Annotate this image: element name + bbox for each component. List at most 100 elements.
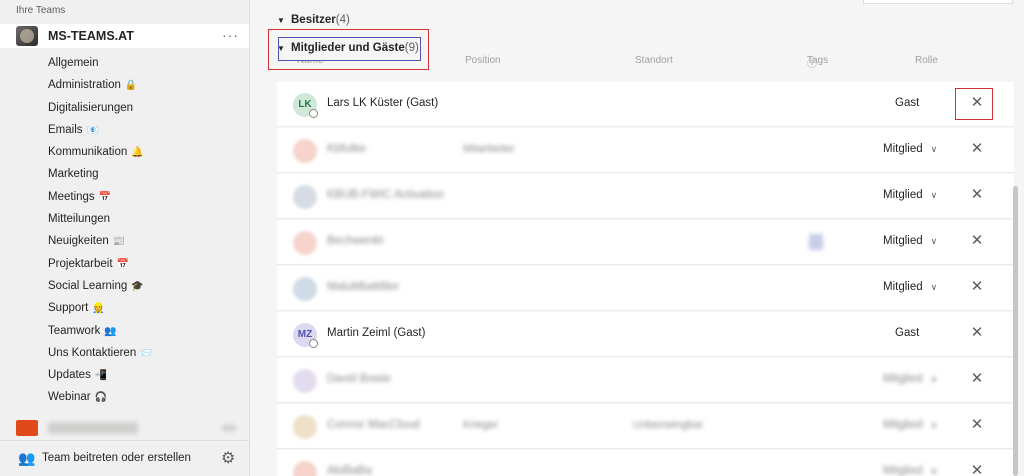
member-role: Gast	[895, 97, 920, 109]
search-box-edge	[863, 0, 1013, 4]
channel-emoji-icon: 🎧	[94, 392, 108, 404]
role-dropdown[interactable]: Mitglied ∨	[883, 465, 937, 476]
channel-item[interactable]: Webinar 🎧	[48, 386, 153, 408]
remove-member-icon[interactable]: ✕	[967, 185, 987, 203]
highlight-box-inner	[278, 37, 421, 61]
team-item-blurred[interactable]	[0, 418, 249, 440]
scrollbar[interactable]	[1013, 186, 1018, 476]
remove-member-icon[interactable]: ✕	[967, 415, 987, 433]
avatar	[293, 185, 317, 209]
remove-member-icon[interactable]: ✕	[967, 369, 987, 387]
channel-item[interactable]: Marketing	[48, 163, 153, 185]
member-role: Gast	[895, 327, 920, 339]
role-label: Mitglied	[883, 419, 923, 431]
member-row[interactable]: David Bowie Mitglied ∨ ✕	[277, 358, 1014, 403]
member-name: Kbfutke	[327, 143, 366, 155]
channel-emoji-icon: 🎓	[131, 280, 144, 292]
channel-label: Teamwork	[48, 324, 101, 337]
channel-label: Kommunikation	[48, 146, 128, 159]
channel-item[interactable]: Kommunikation 🔔	[48, 141, 153, 163]
member-row[interactable]: AbiBaBa Mitglied ∨ ✕	[277, 450, 1014, 476]
member-row[interactable]: Connor MacCloud Krieger Unbezwingbar Mitgli…	[277, 404, 1014, 449]
role-dropdown[interactable]: Mitglied ∨	[883, 189, 937, 201]
channel-item[interactable]: Mitteilungen	[48, 208, 153, 230]
chevron-down-icon: ∨	[930, 236, 938, 246]
member-row[interactable]: Bechwenkt Mitglied ∨ ✕	[277, 220, 1014, 265]
info-icon: ⓘ	[807, 59, 817, 70]
role-dropdown[interactable]: Mitglied ∨	[883, 373, 937, 385]
team-name: MS-TEAMS.AT	[48, 29, 134, 43]
channel-item[interactable]: Neuigkeiten 📰	[48, 230, 153, 252]
channel-label: Webinar	[48, 391, 91, 404]
member-row[interactable]: KBUB-FWIC Activation Mitglied ∨ ✕	[277, 174, 1014, 219]
role-label: Mitglied	[883, 281, 923, 293]
col-position[interactable]: Position	[465, 55, 501, 66]
channel-emoji-icon: 📲	[94, 370, 108, 382]
channel-item[interactable]: Allgemein	[48, 52, 153, 74]
team-extra-blurred	[222, 425, 236, 431]
role-dropdown[interactable]: Mitglied ∨	[883, 143, 937, 155]
role-label: Mitglied	[883, 143, 923, 155]
channel-item[interactable]: Teamwork 👥	[48, 320, 153, 342]
remove-member-icon[interactable]: ✕	[967, 139, 987, 157]
channel-emoji-icon: 📧	[86, 124, 99, 136]
remove-member-icon[interactable]: ✕	[967, 231, 987, 249]
member-row[interactable]: MaluMbaMiler Mitglied ∨ ✕	[277, 266, 1014, 311]
role-dropdown[interactable]: Mitglied ∨	[883, 281, 937, 293]
member-location: Unbezwingbar	[633, 419, 704, 431]
channel-label: Emails	[48, 123, 83, 136]
members-panel: ▼ Besitzer(4) Name Position Standort Tags…	[251, 0, 1024, 476]
channel-label: Allgemein	[48, 57, 99, 69]
member-position: Mitarbeiter	[463, 143, 515, 155]
channel-item[interactable]: Digitalisierungen	[48, 97, 153, 119]
channel-item[interactable]: Updates 📲	[48, 364, 153, 386]
gear-icon[interactable]: ⚙	[221, 448, 235, 468]
team-name-blurred	[48, 422, 138, 434]
presence-icon	[309, 109, 318, 118]
role-label: Mitglied	[883, 189, 923, 201]
your-teams-header: Ihre Teams	[16, 5, 66, 16]
join-or-create-team-link[interactable]: Team beitreten oder erstellen	[42, 452, 191, 464]
team-avatar	[16, 26, 38, 46]
avatar	[293, 277, 317, 301]
channel-item[interactable]: Administration 🔒	[48, 74, 153, 96]
remove-member-icon[interactable]: ✕	[967, 323, 987, 341]
member-row[interactable]: MZ Martin Zeiml (Gast) Gast ✕	[277, 312, 1014, 357]
channel-emoji-icon: 📅	[98, 191, 112, 203]
join-team-icon: 👥	[18, 450, 36, 466]
role-label: Mitglied	[883, 235, 923, 247]
channel-label: Marketing	[48, 168, 99, 181]
remove-member-icon[interactable]: ✕	[967, 277, 987, 295]
channel-item[interactable]: Social Learning 🎓	[48, 275, 153, 297]
channel-label: Mitteilungen	[48, 213, 111, 226]
chevron-down-icon: ∨	[930, 466, 938, 476]
member-position: Krieger	[463, 419, 499, 431]
channel-item[interactable]: Support 👷	[48, 297, 153, 319]
member-name: Connor MacCloud	[327, 419, 420, 431]
channel-item[interactable]: Projektarbeit 📅	[48, 253, 153, 275]
member-name: MaluMbaMiler	[327, 281, 400, 293]
role-dropdown[interactable]: Mitglied ∨	[883, 235, 937, 247]
channel-label: Social Learning	[48, 279, 128, 292]
more-options-icon[interactable]: ···	[222, 27, 239, 43]
channel-item[interactable]: Emails 📧	[48, 119, 153, 141]
channel-label: Support	[48, 302, 89, 315]
member-name: Bechwenkt	[327, 235, 384, 247]
channel-label: Uns Kontaktieren	[48, 346, 137, 359]
remove-member-icon[interactable]: ✕	[967, 461, 987, 476]
channel-list: Allgemein Administration 🔒 Digitalisierunge…	[48, 52, 153, 409]
member-row[interactable]: LK Lars LK Küster (Gast) Gast ✕	[277, 82, 1014, 127]
channel-emoji-icon: 🔔	[131, 147, 144, 159]
team-item-ms-teams[interactable]: MS-TEAMS.AT ···	[0, 24, 249, 48]
channel-label: Neuigkeiten	[48, 235, 109, 248]
col-role[interactable]: Rolle	[915, 55, 938, 66]
member-row[interactable]: Kbfutke Mitarbeiter Mitglied ∨ ✕	[277, 128, 1014, 173]
col-location[interactable]: Standort	[635, 55, 673, 66]
teams-sidebar: Ihre Teams MS-TEAMS.AT ··· Allgemein Admi…	[0, 0, 250, 476]
member-name: David Bowie	[327, 373, 391, 385]
presence-icon	[309, 339, 318, 348]
channel-item[interactable]: Uns Kontaktieren 📨	[48, 342, 153, 364]
member-name: Lars LK Küster (Gast)	[327, 97, 439, 109]
role-dropdown[interactable]: Mitglied ∨	[883, 419, 937, 431]
channel-item[interactable]: Meetings 📅	[48, 186, 153, 208]
